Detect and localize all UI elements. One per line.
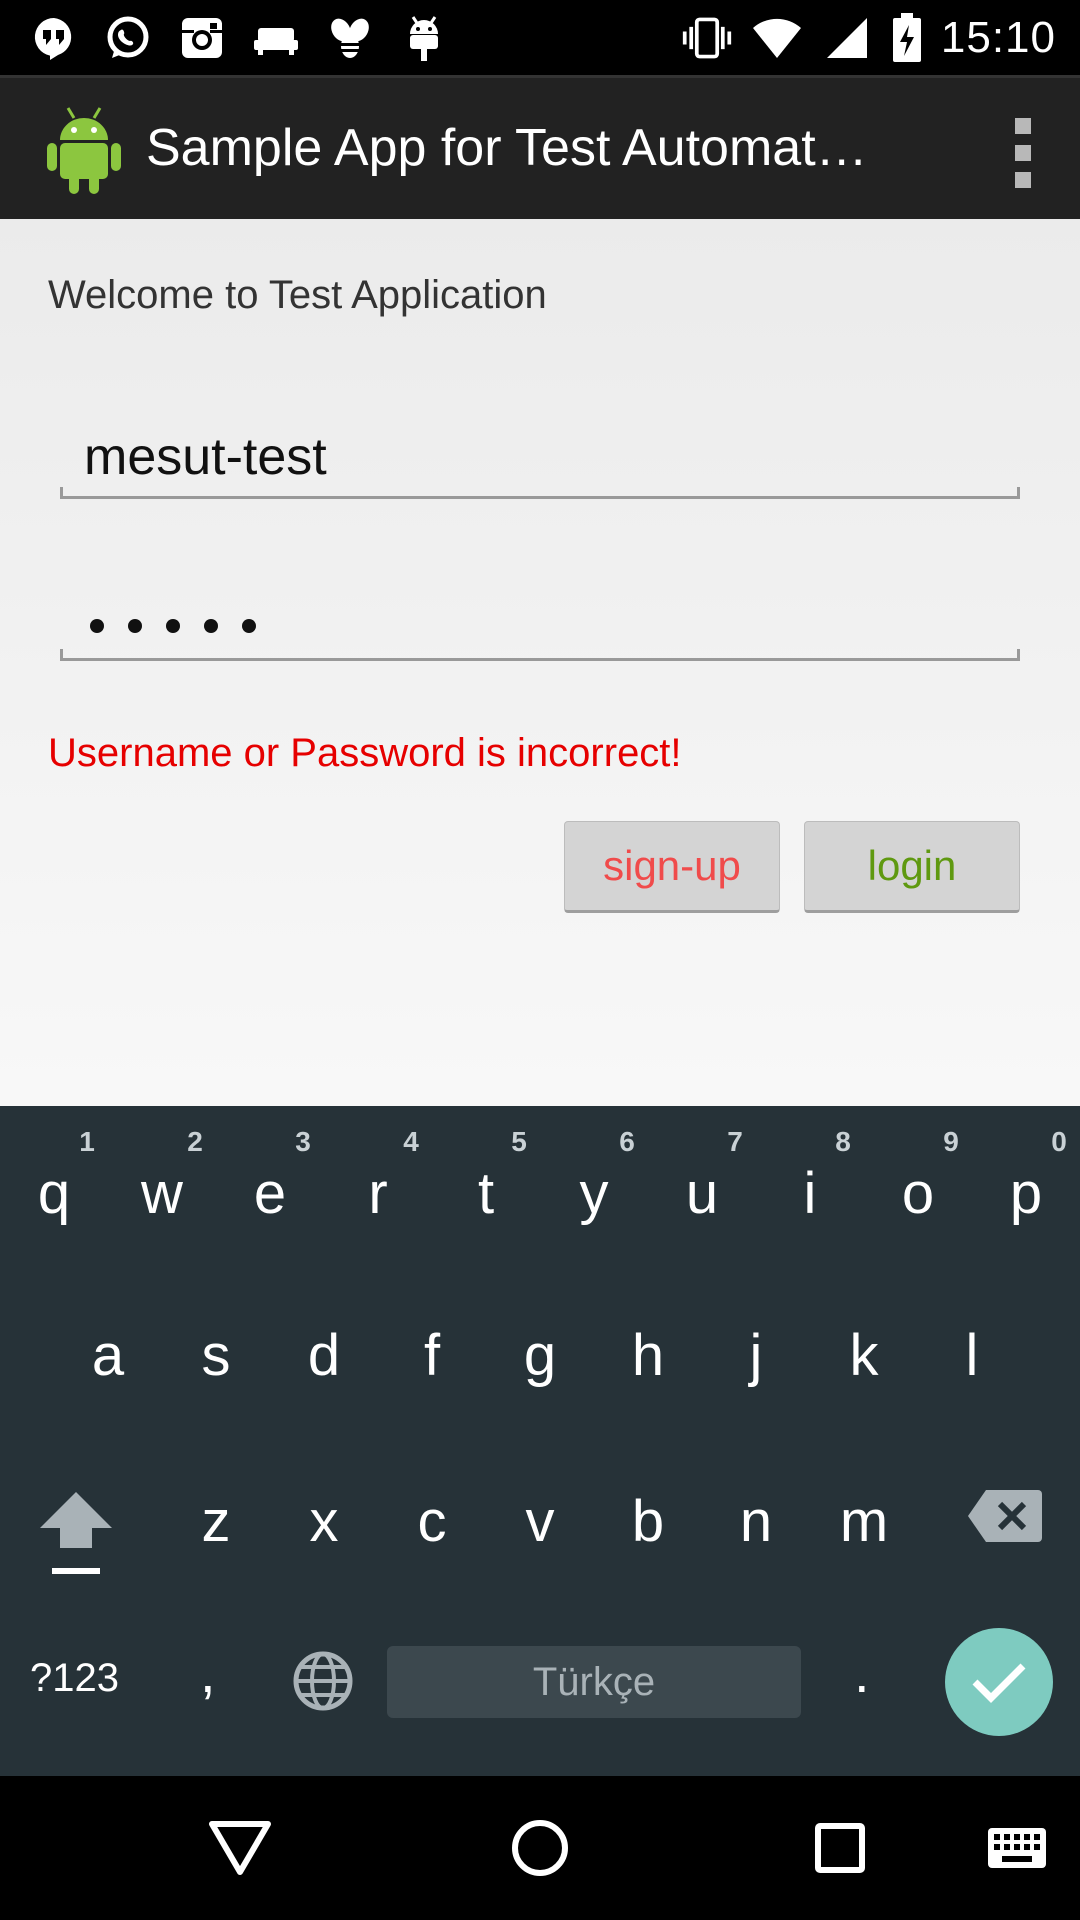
space-key[interactable]: Türkçe xyxy=(387,1646,801,1718)
app-title: Sample App for Test Automat… xyxy=(146,119,868,177)
back-icon[interactable] xyxy=(204,1812,276,1884)
key-o[interactable]: o xyxy=(873,1160,963,1227)
vibrate-icon xyxy=(681,12,733,64)
welcome-text: Welcome to Test Application xyxy=(48,273,547,317)
bee-icon xyxy=(324,12,376,64)
clock: 15:10 xyxy=(940,13,1056,62)
key-y[interactable]: y xyxy=(549,1160,639,1227)
key-hint-0: 0 xyxy=(1051,1126,1067,1157)
status-bar: 15:10 xyxy=(0,0,1080,75)
key-a[interactable]: a xyxy=(63,1322,153,1389)
password-dot xyxy=(242,619,256,633)
key-k[interactable]: k xyxy=(819,1322,909,1389)
keyboard-switch-icon[interactable] xyxy=(984,1812,1050,1884)
login-button[interactable]: login xyxy=(804,821,1020,913)
signup-button[interactable]: sign-up xyxy=(564,821,780,913)
android-debug-icon xyxy=(398,12,450,64)
password-dot xyxy=(128,619,142,633)
key-z[interactable]: z xyxy=(171,1488,261,1555)
key-b[interactable]: b xyxy=(603,1488,693,1555)
symbols-key[interactable]: ?123 xyxy=(30,1656,119,1701)
key-d[interactable]: d xyxy=(279,1322,369,1389)
password-field[interactable] xyxy=(60,581,1020,661)
navigation-bar xyxy=(0,1776,1080,1920)
key-hint-8: 8 xyxy=(835,1126,851,1157)
key-e[interactable]: e xyxy=(225,1160,315,1227)
key-u[interactable]: u xyxy=(657,1160,747,1227)
comma-key[interactable]: , xyxy=(200,1640,216,1705)
key-q[interactable]: q xyxy=(9,1160,99,1227)
key-c[interactable]: c xyxy=(387,1488,477,1555)
key-n[interactable]: n xyxy=(711,1488,801,1555)
key-g[interactable]: g xyxy=(495,1322,585,1389)
key-t[interactable]: t xyxy=(441,1160,531,1227)
key-hint-7: 7 xyxy=(727,1126,743,1157)
password-mask xyxy=(90,619,256,633)
key-r[interactable]: r xyxy=(333,1160,423,1227)
key-hint-5: 5 xyxy=(511,1126,527,1157)
key-i[interactable]: i xyxy=(765,1160,855,1227)
key-m[interactable]: m xyxy=(819,1488,909,1555)
key-hint-9: 9 xyxy=(943,1126,959,1157)
key-hint-6: 6 xyxy=(619,1126,635,1157)
sofa-icon xyxy=(250,12,302,64)
key-j[interactable]: j xyxy=(711,1322,801,1389)
shift-key[interactable] xyxy=(36,1490,116,1580)
instagram-icon xyxy=(176,12,228,64)
login-screen: Welcome to Test Application mesut-test U… xyxy=(0,219,1080,1106)
battery-charging-icon xyxy=(891,12,923,64)
key-hint-1: 1 xyxy=(79,1126,95,1157)
key-hint-4: 4 xyxy=(403,1126,419,1157)
password-dot xyxy=(204,619,218,633)
notification-icons xyxy=(28,12,450,64)
delete-key[interactable] xyxy=(966,1488,1042,1544)
hangouts-icon xyxy=(28,12,80,64)
password-dot xyxy=(90,619,104,633)
system-status-icons: 15:10 xyxy=(681,10,1056,66)
checkmark-icon xyxy=(972,1663,1026,1703)
key-f[interactable]: f xyxy=(387,1322,477,1389)
key-w[interactable]: w xyxy=(117,1160,207,1227)
key-hint-2: 2 xyxy=(187,1126,203,1157)
key-x[interactable]: x xyxy=(279,1488,369,1555)
key-l[interactable]: l xyxy=(927,1322,1017,1389)
key-h[interactable]: h xyxy=(603,1322,693,1389)
error-message: Username or Password is incorrect! xyxy=(48,731,682,775)
period-key[interactable]: . xyxy=(854,1640,870,1705)
key-s[interactable]: s xyxy=(171,1322,261,1389)
action-bar: Sample App for Test Automat… xyxy=(0,75,1080,219)
globe-icon[interactable] xyxy=(292,1650,354,1712)
key-hint-3: 3 xyxy=(295,1126,311,1157)
cell-signal-icon xyxy=(821,12,873,64)
android-robot-icon xyxy=(44,104,124,196)
enter-key[interactable] xyxy=(945,1628,1053,1736)
overflow-menu-icon[interactable] xyxy=(1010,118,1036,188)
recents-icon[interactable] xyxy=(804,1812,876,1884)
key-p[interactable]: p xyxy=(981,1160,1071,1227)
wifi-icon xyxy=(751,12,803,64)
username-value: mesut-test xyxy=(84,428,327,486)
username-field[interactable]: mesut-test xyxy=(60,419,1020,499)
home-icon[interactable] xyxy=(504,1812,576,1884)
password-dot xyxy=(166,619,180,633)
key-v[interactable]: v xyxy=(495,1488,585,1555)
whatsapp-icon xyxy=(102,12,154,64)
